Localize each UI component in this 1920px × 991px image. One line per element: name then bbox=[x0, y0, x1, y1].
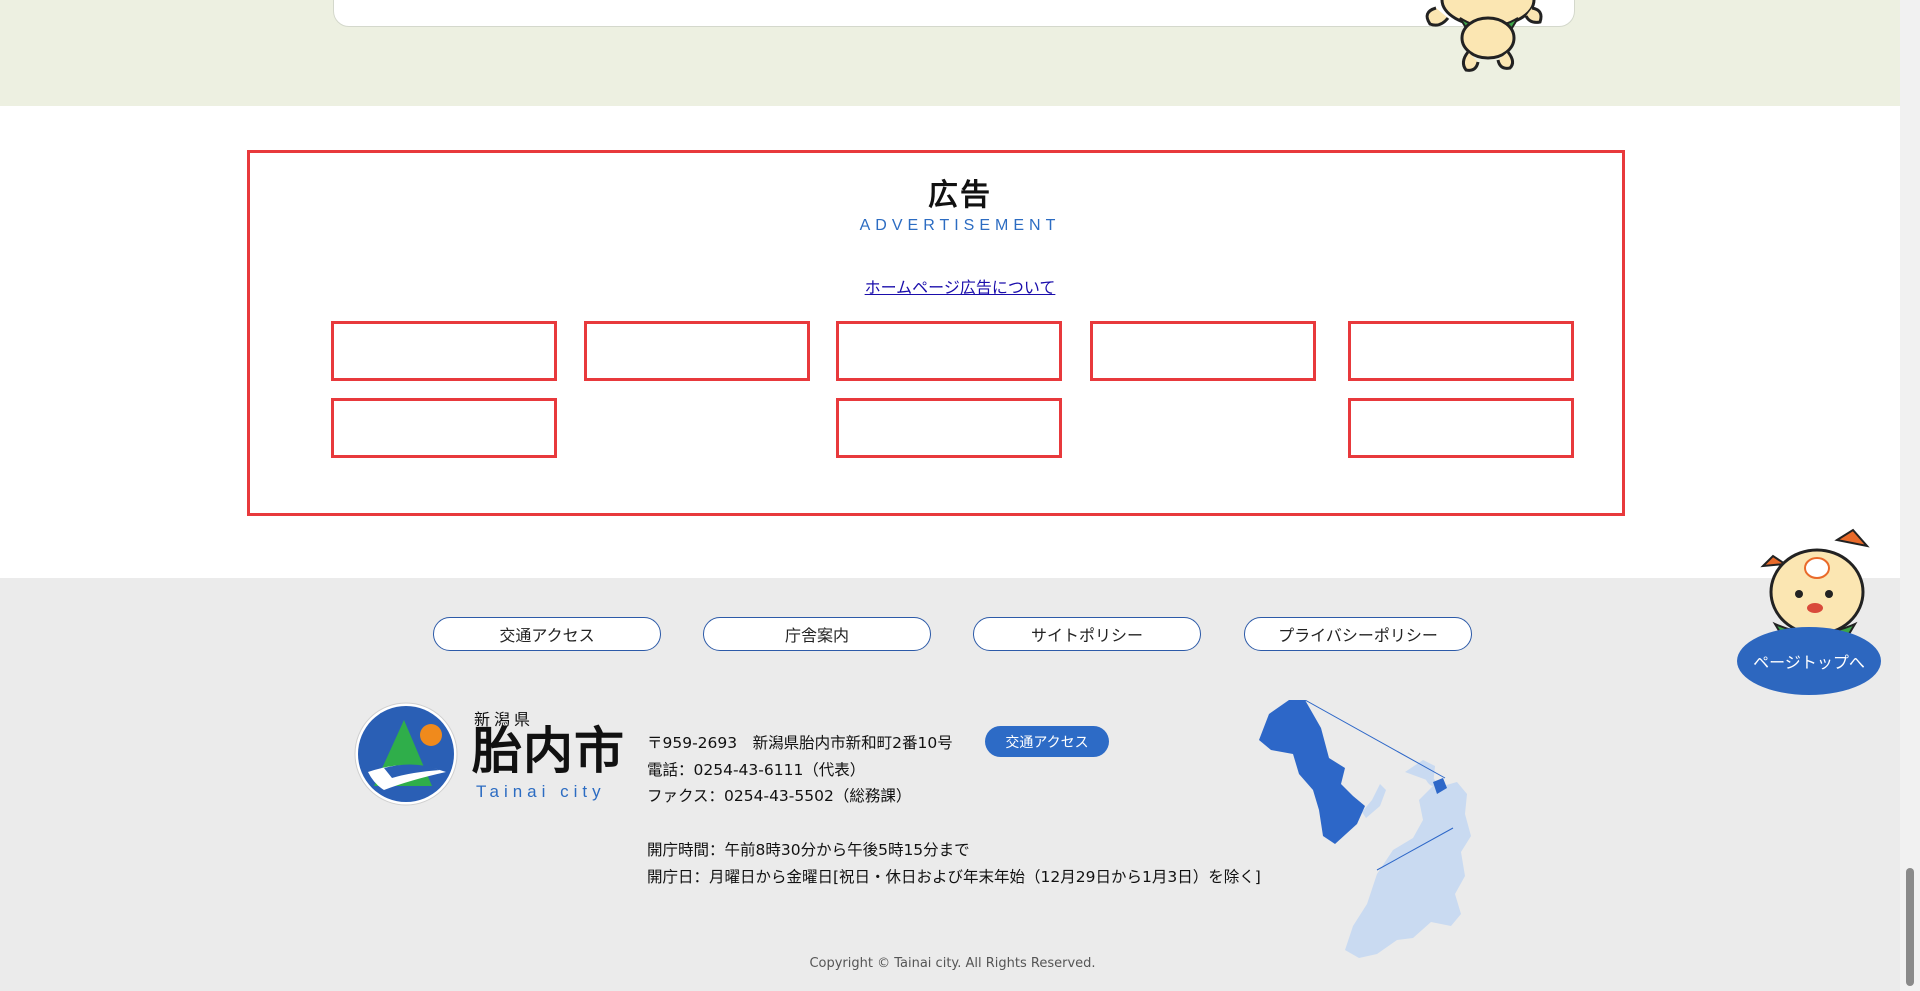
copyright-text: Copyright © Tainai city. All Rights Rese… bbox=[809, 956, 1096, 971]
footer-office-days: 開庁日：月曜日から金曜日[祝日・休日および年末年始（12月29日から1月3日）を… bbox=[647, 868, 1261, 886]
footer-phone: 電話：0254-43-6111（代表） bbox=[647, 761, 866, 779]
footer-fax: ファクス：0254-43-5502（総務課） bbox=[647, 787, 912, 805]
footer-office-hours: 開庁時間：午前8時30分から午後5時15分まで bbox=[647, 841, 970, 859]
ad-banner-slot[interactable] bbox=[836, 398, 1062, 458]
ad-banner-slot[interactable] bbox=[331, 398, 557, 458]
ad-banner-slot[interactable] bbox=[1090, 321, 1316, 381]
footer-nav-access[interactable]: 交通アクセス bbox=[433, 617, 661, 651]
city-emblem-logo bbox=[354, 702, 458, 806]
vertical-scrollbar[interactable] bbox=[1900, 0, 1920, 991]
page-top-button[interactable]: ページトップへ bbox=[1737, 627, 1881, 695]
ad-subtitle: ADVERTISEMENT bbox=[859, 217, 1061, 234]
scrollbar-thumb[interactable] bbox=[1906, 868, 1914, 986]
footer-address: 〒959-2693 新潟県胎内市新和町2番10号 bbox=[647, 734, 953, 752]
site-footer bbox=[0, 578, 1900, 991]
homepage-ad-info-link[interactable]: ホームページ広告について bbox=[0, 274, 1920, 298]
logo-english-name: Tainai city bbox=[476, 782, 606, 801]
footer-access-button[interactable]: 交通アクセス bbox=[985, 726, 1109, 757]
ad-banner-slot[interactable] bbox=[1348, 398, 1574, 458]
logo-city-name: 胎内市 bbox=[472, 722, 625, 780]
footer-nav-site-policy[interactable]: サイトポリシー bbox=[973, 617, 1201, 651]
footer-nav-privacy-policy[interactable]: プライバシーポリシー bbox=[1244, 617, 1472, 651]
ad-title: 広告 bbox=[928, 178, 992, 213]
ad-banner-slot[interactable] bbox=[331, 321, 557, 381]
ad-banner-slot[interactable] bbox=[1348, 321, 1574, 381]
footer-nav-office-guide[interactable]: 庁舎案内 bbox=[703, 617, 931, 651]
location-map-illustration bbox=[1259, 700, 1471, 958]
ad-banner-slot[interactable] bbox=[836, 321, 1062, 381]
top-content-card bbox=[333, 0, 1575, 27]
mascot-illustration bbox=[1425, 0, 1543, 72]
ad-banner-slot[interactable] bbox=[584, 321, 810, 381]
